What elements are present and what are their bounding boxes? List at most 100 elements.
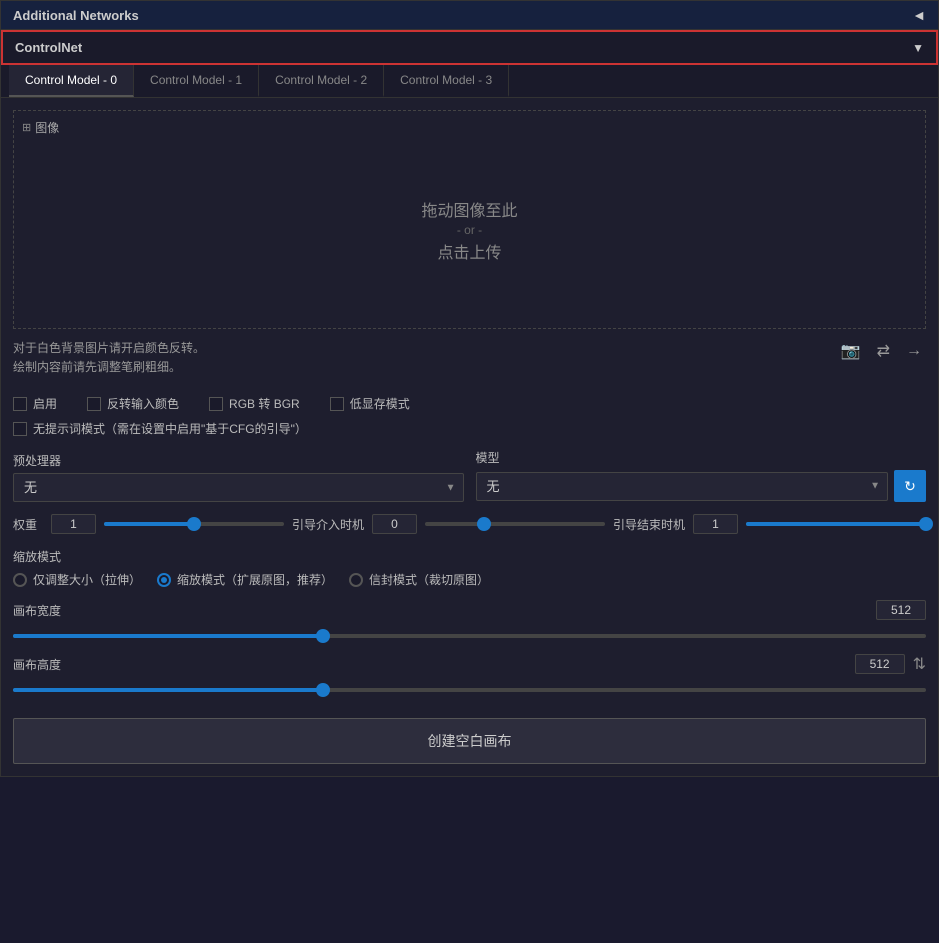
tab-control-model-0[interactable]: Control Model - 0 — [9, 65, 134, 97]
guidance-end-value: 1 — [693, 514, 738, 534]
weight-slider-thumb[interactable] — [187, 517, 201, 531]
enable-checkbox[interactable]: 启用 — [13, 395, 57, 412]
enable-checkbox-box — [13, 397, 27, 411]
canvas-height-slider-track — [13, 688, 926, 692]
canvas-height-slider[interactable] — [13, 680, 926, 700]
no-prompt-label: 无提示词模式（需在设置中启用"基于CFG的引导"） — [33, 420, 307, 437]
no-prompt-checkbox-box — [13, 422, 27, 436]
camera-icon-btn[interactable]: 📷 — [837, 339, 865, 363]
header-bar: Additional Networks ◄ — [1, 1, 938, 30]
radio-stretch-circle — [13, 573, 27, 587]
canvas-height-row: 画布高度 512 ⇅ — [13, 654, 926, 674]
guidance-start-slider-thumb[interactable] — [477, 517, 491, 531]
image-label-row: ⊞ 图像 — [22, 119, 917, 136]
guidance-start-slider-track — [425, 522, 605, 526]
model-select[interactable]: 无 — [476, 472, 889, 501]
hint-text: 对于白色背景图片请开启颜色反转。 绘制内容前请先调整笔刷粗细。 — [13, 339, 205, 377]
invert-input-checkbox-box — [87, 397, 101, 411]
resize-mode-label: 缩放模式 — [13, 548, 926, 565]
radio-scale-circle — [157, 573, 171, 587]
preprocessor-select[interactable]: 无 — [13, 473, 464, 502]
rgb-bgr-checkbox[interactable]: RGB 转 BGR — [209, 395, 300, 412]
radio-stretch[interactable]: 仅调整大小（拉伸） — [13, 571, 141, 588]
create-canvas-button[interactable]: 创建空白画布 — [13, 718, 926, 764]
preprocessor-group: 预处理器 无 — [13, 452, 464, 502]
low-vram-checkbox[interactable]: 低显存模式 — [330, 395, 410, 412]
rgb-bgr-checkbox-box — [209, 397, 223, 411]
enable-label: 启用 — [33, 395, 57, 412]
guidance-start-label: 引导介入时机 — [292, 516, 364, 533]
tab-control-model-3[interactable]: Control Model - 3 — [384, 65, 509, 97]
image-icon: ⊞ — [22, 121, 31, 134]
invert-input-checkbox[interactable]: 反转输入颜色 — [87, 395, 179, 412]
image-label: 图像 — [35, 119, 59, 136]
controlnet-bar[interactable]: ControlNet ▼ — [1, 30, 938, 65]
selects-row: 预处理器 无 模型 无 ↻ — [13, 449, 926, 502]
radio-envelope-circle — [349, 573, 363, 587]
canvas-width-label: 画布宽度 — [13, 602, 868, 619]
radio-envelope[interactable]: 信封模式（裁切原图） — [349, 571, 489, 588]
main-container: Additional Networks ◄ ControlNet ▼ Contr… — [0, 0, 939, 777]
canvas-width-row: 画布宽度 512 — [13, 600, 926, 620]
weight-slider[interactable] — [104, 514, 284, 534]
guidance-start-value: 0 — [372, 514, 417, 534]
header-title: Additional Networks — [13, 8, 139, 23]
radio-scale[interactable]: 缩放模式（扩展原图，推荐） — [157, 571, 333, 588]
arrow-right-icon-btn[interactable]: → — [902, 340, 926, 362]
low-vram-label: 低显存模式 — [350, 395, 410, 412]
icons-row: 📷 ⇄ → — [837, 339, 926, 363]
radio-options: 仅调整大小（拉伸） 缩放模式（扩展原图，推荐） 信封模式（裁切原图） — [13, 571, 926, 588]
canvas-width-slider[interactable] — [13, 626, 926, 646]
content-area: ⊞ 图像 拖动图像至此 - or - 点击上传 对于白色背景图片请开启颜色反转。… — [1, 98, 938, 776]
three-sliders-row: 权重 1 引导介入时机 0 引导结束时机 1 — [13, 514, 926, 534]
model-select-wrapper: 无 — [476, 472, 889, 501]
guidance-start-slider[interactable] — [425, 514, 605, 534]
low-vram-checkbox-box — [330, 397, 344, 411]
no-prompt-row[interactable]: 无提示词模式（需在设置中启用"基于CFG的引导"） — [13, 420, 926, 437]
canvas-width-slider-track — [13, 634, 926, 638]
radio-scale-label: 缩放模式（扩展原图，推荐） — [177, 571, 333, 588]
canvas-height-slider-fill — [13, 688, 323, 692]
tab-control-model-1[interactable]: Control Model - 1 — [134, 65, 259, 97]
radio-envelope-label: 信封模式（裁切原图） — [369, 571, 489, 588]
checkboxes-row-1: 启用 反转输入颜色 RGB 转 BGR 低显存模式 — [13, 395, 926, 412]
refresh-model-button[interactable]: ↻ — [894, 470, 926, 502]
canvas-width-value: 512 — [876, 600, 926, 620]
radio-stretch-label: 仅调整大小（拉伸） — [33, 571, 141, 588]
guidance-end-slider[interactable] — [746, 514, 926, 534]
upload-main-text: 拖动图像至此 — [421, 197, 517, 221]
weight-slider-fill — [104, 522, 194, 526]
tabs-bar: Control Model - 0 Control Model - 1 Cont… — [1, 65, 938, 98]
preprocessor-label: 预处理器 — [13, 452, 464, 469]
upload-or-text: - or - — [457, 223, 482, 237]
canvas-height-slider-thumb[interactable] — [316, 683, 330, 697]
weight-label: 权重 — [13, 516, 43, 533]
preprocessor-select-wrapper: 无 — [13, 473, 464, 502]
model-label: 模型 — [476, 449, 927, 466]
tab-control-model-2[interactable]: Control Model - 2 — [259, 65, 384, 97]
canvas-height-slider-row — [13, 680, 926, 700]
weight-value: 1 — [51, 514, 96, 534]
header-collapse-icon[interactable]: ◄ — [912, 7, 926, 23]
weight-slider-track — [104, 522, 284, 526]
controlnet-dropdown-icon[interactable]: ▼ — [912, 41, 924, 55]
canvas-width-slider-thumb[interactable] — [316, 629, 330, 643]
upload-zone[interactable]: 拖动图像至此 - or - 点击上传 — [22, 140, 917, 320]
guidance-end-slider-thumb[interactable] — [919, 517, 933, 531]
canvas-height-value: 512 — [855, 654, 905, 674]
invert-input-label: 反转输入颜色 — [107, 395, 179, 412]
guidance-end-slider-track — [746, 522, 926, 526]
upload-click-text: 点击上传 — [437, 239, 501, 263]
resize-mode-section: 缩放模式 仅调整大小（拉伸） 缩放模式（扩展原图，推荐） 信封模式（裁切原图） — [13, 548, 926, 588]
controlnet-label: ControlNet — [15, 40, 82, 55]
rgb-bgr-label: RGB 转 BGR — [229, 395, 300, 412]
refresh-arrows-icon-btn[interactable]: ⇄ — [873, 339, 894, 363]
guidance-end-label: 引导结束时机 — [613, 516, 685, 533]
image-upload-section[interactable]: ⊞ 图像 拖动图像至此 - or - 点击上传 — [13, 110, 926, 329]
canvas-size-section: 画布宽度 512 画布高度 512 ⇅ — [13, 600, 926, 700]
model-group: 模型 无 ↻ — [476, 449, 927, 502]
link-dimensions-icon[interactable]: ⇅ — [913, 654, 926, 674]
canvas-height-label: 画布高度 — [13, 656, 847, 673]
canvas-width-slider-fill — [13, 634, 323, 638]
canvas-width-slider-row — [13, 626, 926, 646]
